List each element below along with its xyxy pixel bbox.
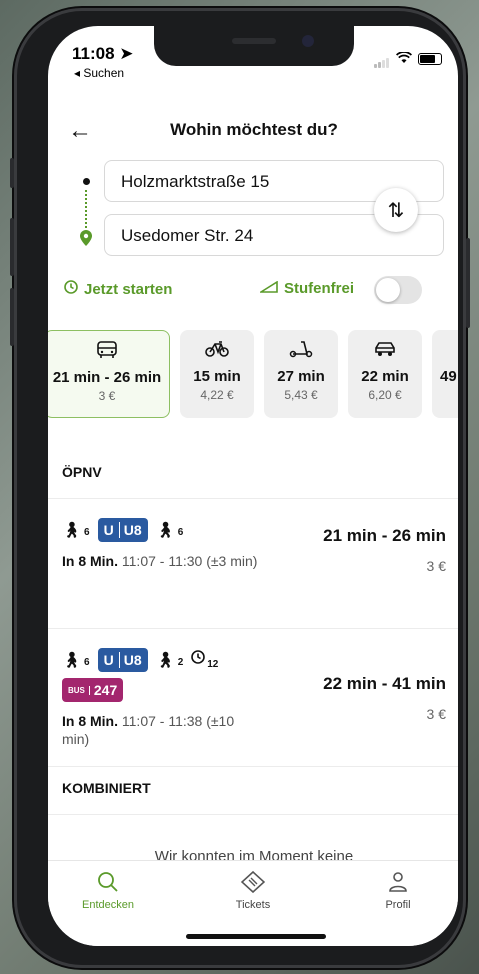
signal-icon: [374, 50, 390, 68]
mode-duration: 15 min: [193, 368, 241, 385]
volume-down-button: [10, 288, 14, 346]
swap-arrows-icon: ⇅: [387, 199, 405, 222]
tab-label: Profil: [385, 899, 411, 911]
clock-icon: [191, 649, 206, 664]
mode-selector: 21 min - 26 min 3 € 15 min 4,22 € 27 min…: [48, 330, 458, 422]
page-title: Wohin möchtest du?: [170, 120, 338, 139]
departure-times: 11:07 - 11:30 (±3 min): [121, 553, 258, 569]
trip-departure: In 8 Min. 11:07 - 11:38 (±10 min): [62, 712, 262, 748]
origin-dot-icon: [83, 178, 90, 185]
ticket-icon: [193, 870, 313, 897]
bus-icon: [48, 341, 169, 363]
mute-switch: [10, 158, 14, 188]
trip-legs: 🚶︎ 6 U U8 🚶︎ 6: [62, 518, 183, 542]
trip-duration: 21 min - 26 min: [323, 526, 446, 545]
tab-entdecken[interactable]: Entdecken: [48, 871, 168, 911]
app-screen: 11:08 ➤ ◂ Suchen ← Wohin möchtest du? Ho…: [48, 26, 458, 946]
trip-legs: 🚶︎ 6 U U8 🚶︎ 2 12: [62, 648, 218, 672]
volume-up-button: [10, 218, 14, 276]
trip-duration: 22 min - 41 min: [323, 674, 446, 693]
power-button: [466, 238, 470, 328]
mode-public-transport[interactable]: 21 min - 26 min 3 €: [48, 330, 170, 418]
toggle-knob: [376, 278, 400, 302]
trip-item[interactable]: 🚶︎ 6 U U8 🚶︎ 6 21 min - 26 min In 8 Min. 11…: [48, 518, 458, 628]
trip-options: Jetzt starten Stufenfrei: [64, 276, 424, 304]
now-start-label: Jetzt starten: [84, 280, 173, 298]
trip-departure: In 8 Min. 11:07 - 11:30 (±3 min): [62, 552, 262, 570]
divider: [48, 814, 458, 815]
mode-duration: 21 min - 26 min: [52, 369, 162, 386]
departure-countdown: In 8 Min.: [62, 553, 118, 569]
mode-duration: 49: [440, 368, 457, 385]
tab-label: Entdecken: [82, 899, 134, 911]
status-time: 11:08 ➤: [72, 44, 134, 63]
search-icon: [48, 871, 168, 897]
speaker: [232, 38, 276, 44]
status-icons: [374, 50, 442, 68]
wait-segment: 12: [191, 649, 218, 670]
stepfree-label: Stufenfrei: [284, 280, 355, 297]
ubahn-badge: U U8: [97, 648, 148, 672]
header: ← Wohin möchtest du?: [48, 118, 458, 148]
more-icon: [432, 340, 458, 362]
mode-price: 3 €: [98, 389, 116, 403]
tab-profil[interactable]: Profil: [338, 871, 458, 911]
tab-label: Tickets: [235, 899, 271, 911]
divider: [48, 766, 458, 767]
trip-price: 3 €: [426, 558, 446, 574]
stepfree-option: Stufenfrei: [258, 280, 355, 297]
divider: [48, 498, 458, 499]
mode-duration: 22 min: [361, 368, 409, 385]
mode-price: 4,22 €: [200, 388, 234, 402]
notch: [154, 26, 354, 66]
car-icon: [348, 340, 422, 362]
wifi-icon: [395, 51, 413, 67]
tab-tickets[interactable]: Tickets: [193, 870, 313, 911]
divider: [48, 628, 458, 629]
walk-segment: 🚶︎ 6: [155, 522, 184, 539]
walk-segment: 🚶︎ 6: [62, 522, 90, 539]
swap-route-button[interactable]: ⇅: [374, 188, 418, 232]
camera: [302, 35, 314, 47]
battery-icon: [418, 53, 442, 65]
mode-scooter[interactable]: 27 min 5,43 €: [264, 330, 338, 418]
section-title-oepnv: ÖPNV: [62, 464, 102, 480]
ubahn-badge: U U8: [97, 518, 148, 542]
now-start-button[interactable]: Jetzt starten: [64, 280, 172, 298]
trip-price: 3 €: [426, 706, 446, 722]
stepfree-toggle[interactable]: [374, 276, 422, 304]
ramp-icon: [258, 280, 278, 297]
section-title-kombiniert: KOMBINIERT: [62, 780, 151, 796]
route-indicator: [80, 178, 92, 248]
walk-icon: 🚶︎: [62, 522, 82, 539]
scooter-icon: [264, 340, 338, 362]
mode-price: 5,43 €: [284, 388, 318, 402]
bike-icon: [180, 340, 254, 362]
departure-countdown: In 8 Min.: [62, 713, 118, 729]
clock-icon: [64, 280, 78, 298]
route-dotted-line: [85, 190, 89, 228]
back-to-app-link[interactable]: ◂ Suchen: [74, 66, 124, 80]
profile-icon: [338, 871, 458, 897]
mode-price: 6,20 €: [368, 388, 402, 402]
trip-item[interactable]: 🚶︎ 6 U U8 🚶︎ 2 12 BUS 247 22 min - 41 min In…: [48, 648, 458, 766]
mode-car[interactable]: 22 min 6,20 €: [348, 330, 422, 418]
mode-bike[interactable]: 15 min 4,22 €: [180, 330, 254, 418]
walk-icon: 🚶︎: [62, 652, 82, 669]
destination-pin-icon: [80, 230, 92, 249]
walk-segment: 🚶︎ 6: [62, 652, 90, 669]
mode-duration: 27 min: [277, 368, 325, 385]
walk-icon: 🚶︎: [155, 522, 175, 539]
mode-more[interactable]: 49: [432, 330, 458, 418]
bus-badge: BUS 247: [62, 678, 124, 702]
home-indicator[interactable]: [186, 934, 326, 939]
walk-icon: 🚶︎: [155, 652, 175, 669]
walk-segment: 🚶︎ 2: [155, 652, 184, 669]
